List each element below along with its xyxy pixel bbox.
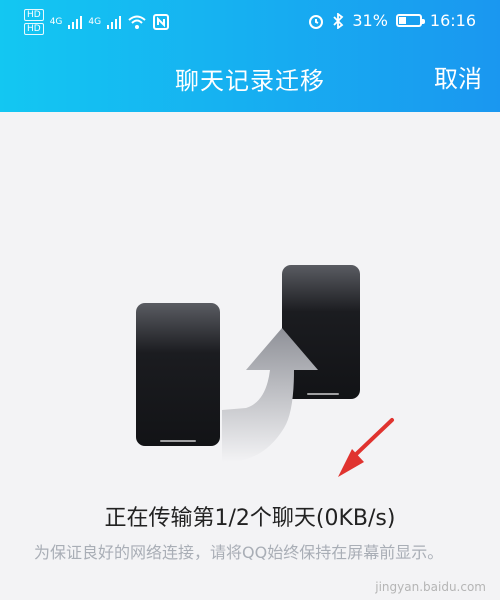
network-label: 4G [88,16,102,27]
status-left: HD HD 4G 4G [24,9,170,35]
signal-icon [68,15,83,29]
hd-icon: HD [24,9,44,21]
status-bar: HD HD 4G 4G 31% 16:16 [0,0,500,42]
page-title: 聊天记录迁移 [175,67,325,95]
alarm-icon [309,14,324,29]
title-bar: 聊天记录迁移 取消 [0,55,500,100]
status-time: 16:16 [429,11,476,30]
battery-icon [395,14,425,27]
network-hint: 为保证良好的网络连接，请将QQ始终保持在屏幕前显示。 [34,543,444,562]
watermark: jingyan.baidu.com [375,580,486,594]
wifi-icon [128,15,146,29]
bluetooth-icon [333,12,344,29]
annotation-arrow-icon [338,418,394,477]
battery-percent: 31% [352,11,388,30]
transfer-progress-text: 正在传输第1/2个聊天(0KB/s) [104,506,396,531]
header: HD HD 4G 4G 31% 16:16 聊天记录迁移 取消 [0,0,500,112]
signal-icon [107,15,122,29]
hd-stack: HD HD [24,9,44,35]
status-right: 31% 16:16 [308,11,476,30]
network-label: 4G [49,16,63,27]
nfc-icon [153,14,170,30]
migration-illustration [136,265,394,477]
phone-icon [136,303,220,446]
cancel-button[interactable]: 取消 [434,59,482,94]
hd-icon: HD [24,23,44,35]
